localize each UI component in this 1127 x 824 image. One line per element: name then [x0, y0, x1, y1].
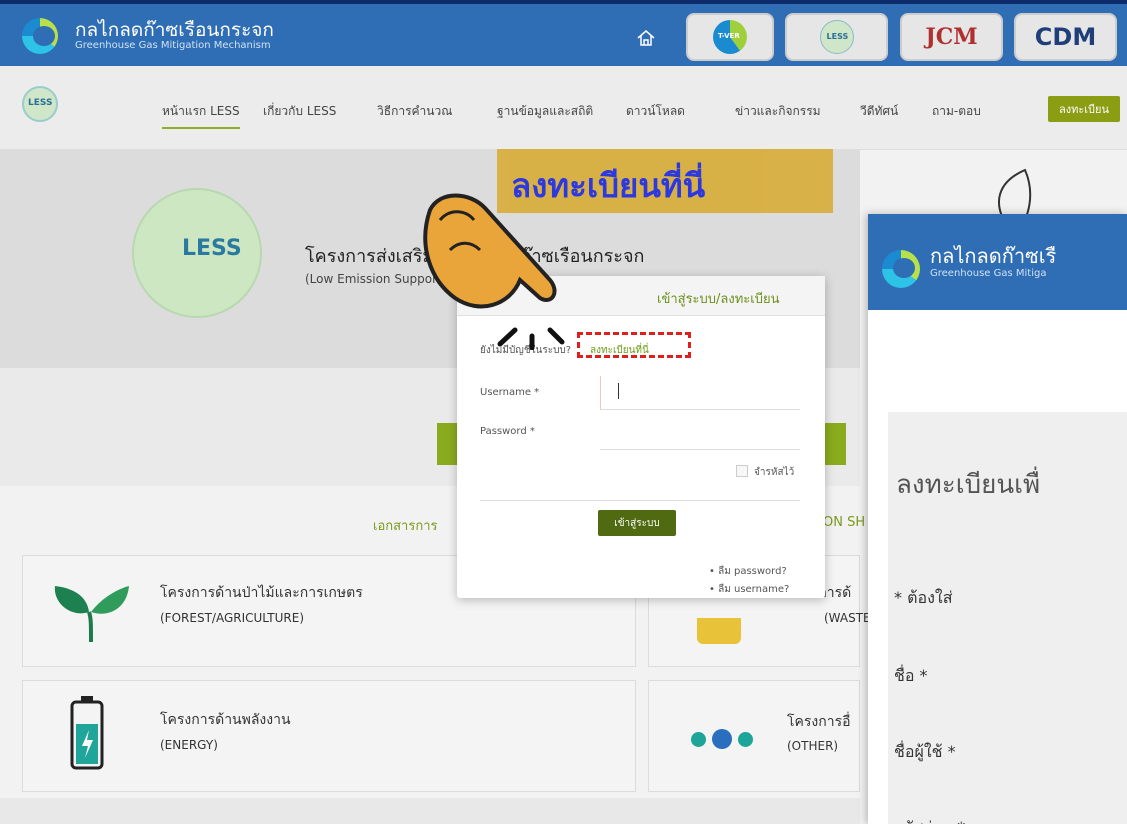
- card-forest-subtitle: (FOREST/AGRICULTURE): [160, 611, 305, 625]
- documents-title: เอกสารการ: [373, 519, 438, 534]
- org-logo-icon[interactable]: [22, 18, 58, 54]
- nav-register-button[interactable]: ลงทะเบียน: [1048, 96, 1120, 122]
- sprout-icon: [54, 586, 129, 643]
- nav-home-less[interactable]: หน้าแรก LESS: [162, 102, 240, 129]
- username-input[interactable]: [600, 376, 800, 410]
- nav-faq[interactable]: ถาม-ตอบ: [932, 102, 981, 121]
- less-nav-logo[interactable]: LESS: [22, 86, 58, 122]
- less-project-logo: LESS: [132, 188, 262, 318]
- forgot-password-link[interactable]: • ลืม password?: [709, 564, 787, 579]
- top-header: กลไกลดก๊าซเรือนกระจก Greenhouse Gas Miti…: [0, 4, 1127, 66]
- nav-video[interactable]: วีดีทัศน์: [860, 102, 898, 121]
- preview-field-name: ชื่อ *: [894, 666, 928, 685]
- documents-title-right: ON SH: [823, 515, 866, 530]
- tver-badge[interactable]: T-VER: [686, 13, 774, 61]
- preview-required-note: * ต้องใส่: [894, 588, 953, 607]
- card-other-subtitle: (OTHER): [787, 739, 839, 753]
- pointing-hand-icon: [423, 193, 565, 350]
- green-button-right[interactable]: [822, 423, 846, 465]
- nav-database[interactable]: ฐานข้อมูลและสถิติ: [497, 102, 593, 121]
- preview-heading: ลงทะเบียนเพื่: [896, 470, 1041, 500]
- nav-calculation[interactable]: วิธีการคำนวณ: [377, 102, 452, 121]
- cdm-badge[interactable]: CDM: [1014, 13, 1117, 61]
- preview-field-username: ชื่อผู้ใช้ *: [894, 742, 956, 761]
- preview-field-password: รหัสผ่าน *: [894, 816, 965, 824]
- card-other[interactable]: โครงการอื่ (OTHER): [648, 680, 860, 792]
- card-energy-title: โครงการด้านพลังงาน: [160, 712, 291, 728]
- dot-icon-3: [738, 732, 753, 747]
- jcm-badge[interactable]: JCM: [900, 13, 1003, 61]
- card-energy[interactable]: โครงการด้านพลังงาน (ENERGY): [22, 680, 636, 792]
- home-icon[interactable]: [636, 28, 656, 48]
- org-name-en: Greenhouse Gas Mitigation Mechanism: [75, 40, 271, 51]
- less-logo-icon: LESS: [819, 20, 854, 54]
- text-caret: [618, 383, 619, 399]
- preview-org-logo-icon: [882, 250, 920, 288]
- nav-about-less[interactable]: เกี่ยวกับ LESS: [263, 102, 336, 121]
- dot-icon-2: [712, 729, 732, 749]
- modal-title: เข้าสู่ระบบ/ลงทะเบียน: [657, 292, 780, 307]
- less-badge[interactable]: LESS: [785, 13, 888, 61]
- divider: [480, 500, 800, 501]
- nav-download[interactable]: ดาวน์โหลด: [626, 102, 685, 121]
- dot-icon-1: [691, 732, 706, 747]
- card-energy-subtitle: (ENERGY): [160, 738, 218, 752]
- forgot-username-link[interactable]: • ลืม username?: [709, 582, 789, 597]
- org-brand[interactable]: กลไกลดก๊าซเรือนกระจก Greenhouse Gas Miti…: [75, 20, 274, 52]
- username-label: Username *: [480, 387, 540, 398]
- bin-icon: [697, 618, 741, 644]
- org-name-th: กลไกลดก๊าซเรือนกระจก: [75, 19, 274, 41]
- tver-logo-icon: T-VER: [713, 20, 747, 54]
- card-other-title: โครงการอื่: [787, 714, 851, 730]
- remember-checkbox[interactable]: [736, 465, 748, 477]
- remember-label: จำรหัสไว้: [754, 467, 795, 478]
- password-label: Password *: [480, 426, 535, 437]
- password-input[interactable]: [600, 416, 800, 450]
- nav-news[interactable]: ข่าวและกิจกรรม: [735, 102, 821, 121]
- login-button[interactable]: เข้าสู่ระบบ: [598, 510, 676, 536]
- battery-icon: [70, 696, 104, 770]
- footer-strip: [0, 798, 860, 824]
- card-forest-title: โครงการด้านป่าไม้และการเกษตร: [160, 585, 363, 601]
- preview-brand: กลไกลดก๊าซเรื Greenhouse Gas Mitiga: [930, 244, 1057, 279]
- registration-page-preview: กลไกลดก๊าซเรื Greenhouse Gas Mitiga ลงทะ…: [868, 214, 1127, 824]
